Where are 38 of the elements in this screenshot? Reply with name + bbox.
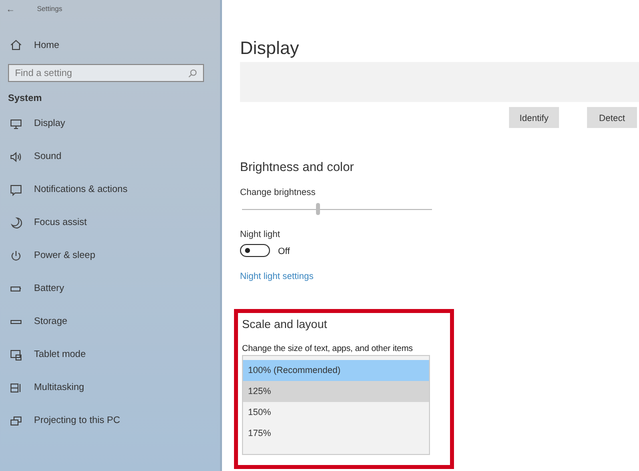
speech-bubble-icon <box>10 184 22 196</box>
dropdown-option[interactable]: 125% <box>243 381 429 402</box>
page-title: Display <box>240 38 300 59</box>
sidebar-item[interactable]: Tablet mode <box>6 338 220 371</box>
toggle-label: Night light <box>240 229 282 239</box>
sidebar-item[interactable]: Multitasking <box>6 371 220 404</box>
search-icon <box>188 69 197 78</box>
slider-thumb[interactable] <box>316 203 320 215</box>
dropdown-label: Change the size of text, apps, and other items <box>242 343 414 353</box>
back-button[interactable]: ← <box>6 4 15 14</box>
night-light-settings-link[interactable]: Night light settings <box>240 271 314 281</box>
monitor-icon <box>10 118 22 130</box>
sidebar-item[interactable]: Power & sleep <box>6 239 220 272</box>
power-icon <box>10 250 22 262</box>
sidebar-item[interactable]: Battery <box>6 272 220 305</box>
sidebar-item[interactable]: Storage <box>6 305 220 338</box>
sidebar-item[interactable]: Sound <box>6 140 220 173</box>
section-heading: System <box>8 93 43 106</box>
section-heading: Scale and layout <box>242 319 328 331</box>
display-button[interactable]: Detect <box>587 107 637 128</box>
display-button[interactable]: Identify <box>509 107 559 128</box>
window-split-icon <box>10 382 22 394</box>
sidebar-item[interactable]: Notifications & actions <box>6 173 220 206</box>
moon-icon <box>10 216 22 228</box>
sidebar-item[interactable]: Focus assist <box>6 206 220 239</box>
sidebar-item[interactable]: Display <box>6 107 220 140</box>
section-heading: Brightness and color <box>240 160 355 174</box>
search-field[interactable]: Find a setting <box>8 64 204 82</box>
tablet-icon <box>10 348 22 360</box>
home-nav-item[interactable]: Home <box>6 34 220 56</box>
slider-label: Change brightness <box>240 187 317 197</box>
sidebar-item[interactable]: Projecting to this PC <box>6 404 220 437</box>
screens-icon <box>10 414 22 426</box>
home-icon <box>10 39 22 51</box>
night-light-toggle[interactable] <box>240 244 270 257</box>
toggle-state: Off <box>278 246 290 256</box>
speaker-icon <box>10 150 22 162</box>
dropdown-option[interactable]: 100% (Recommended) <box>243 360 429 381</box>
